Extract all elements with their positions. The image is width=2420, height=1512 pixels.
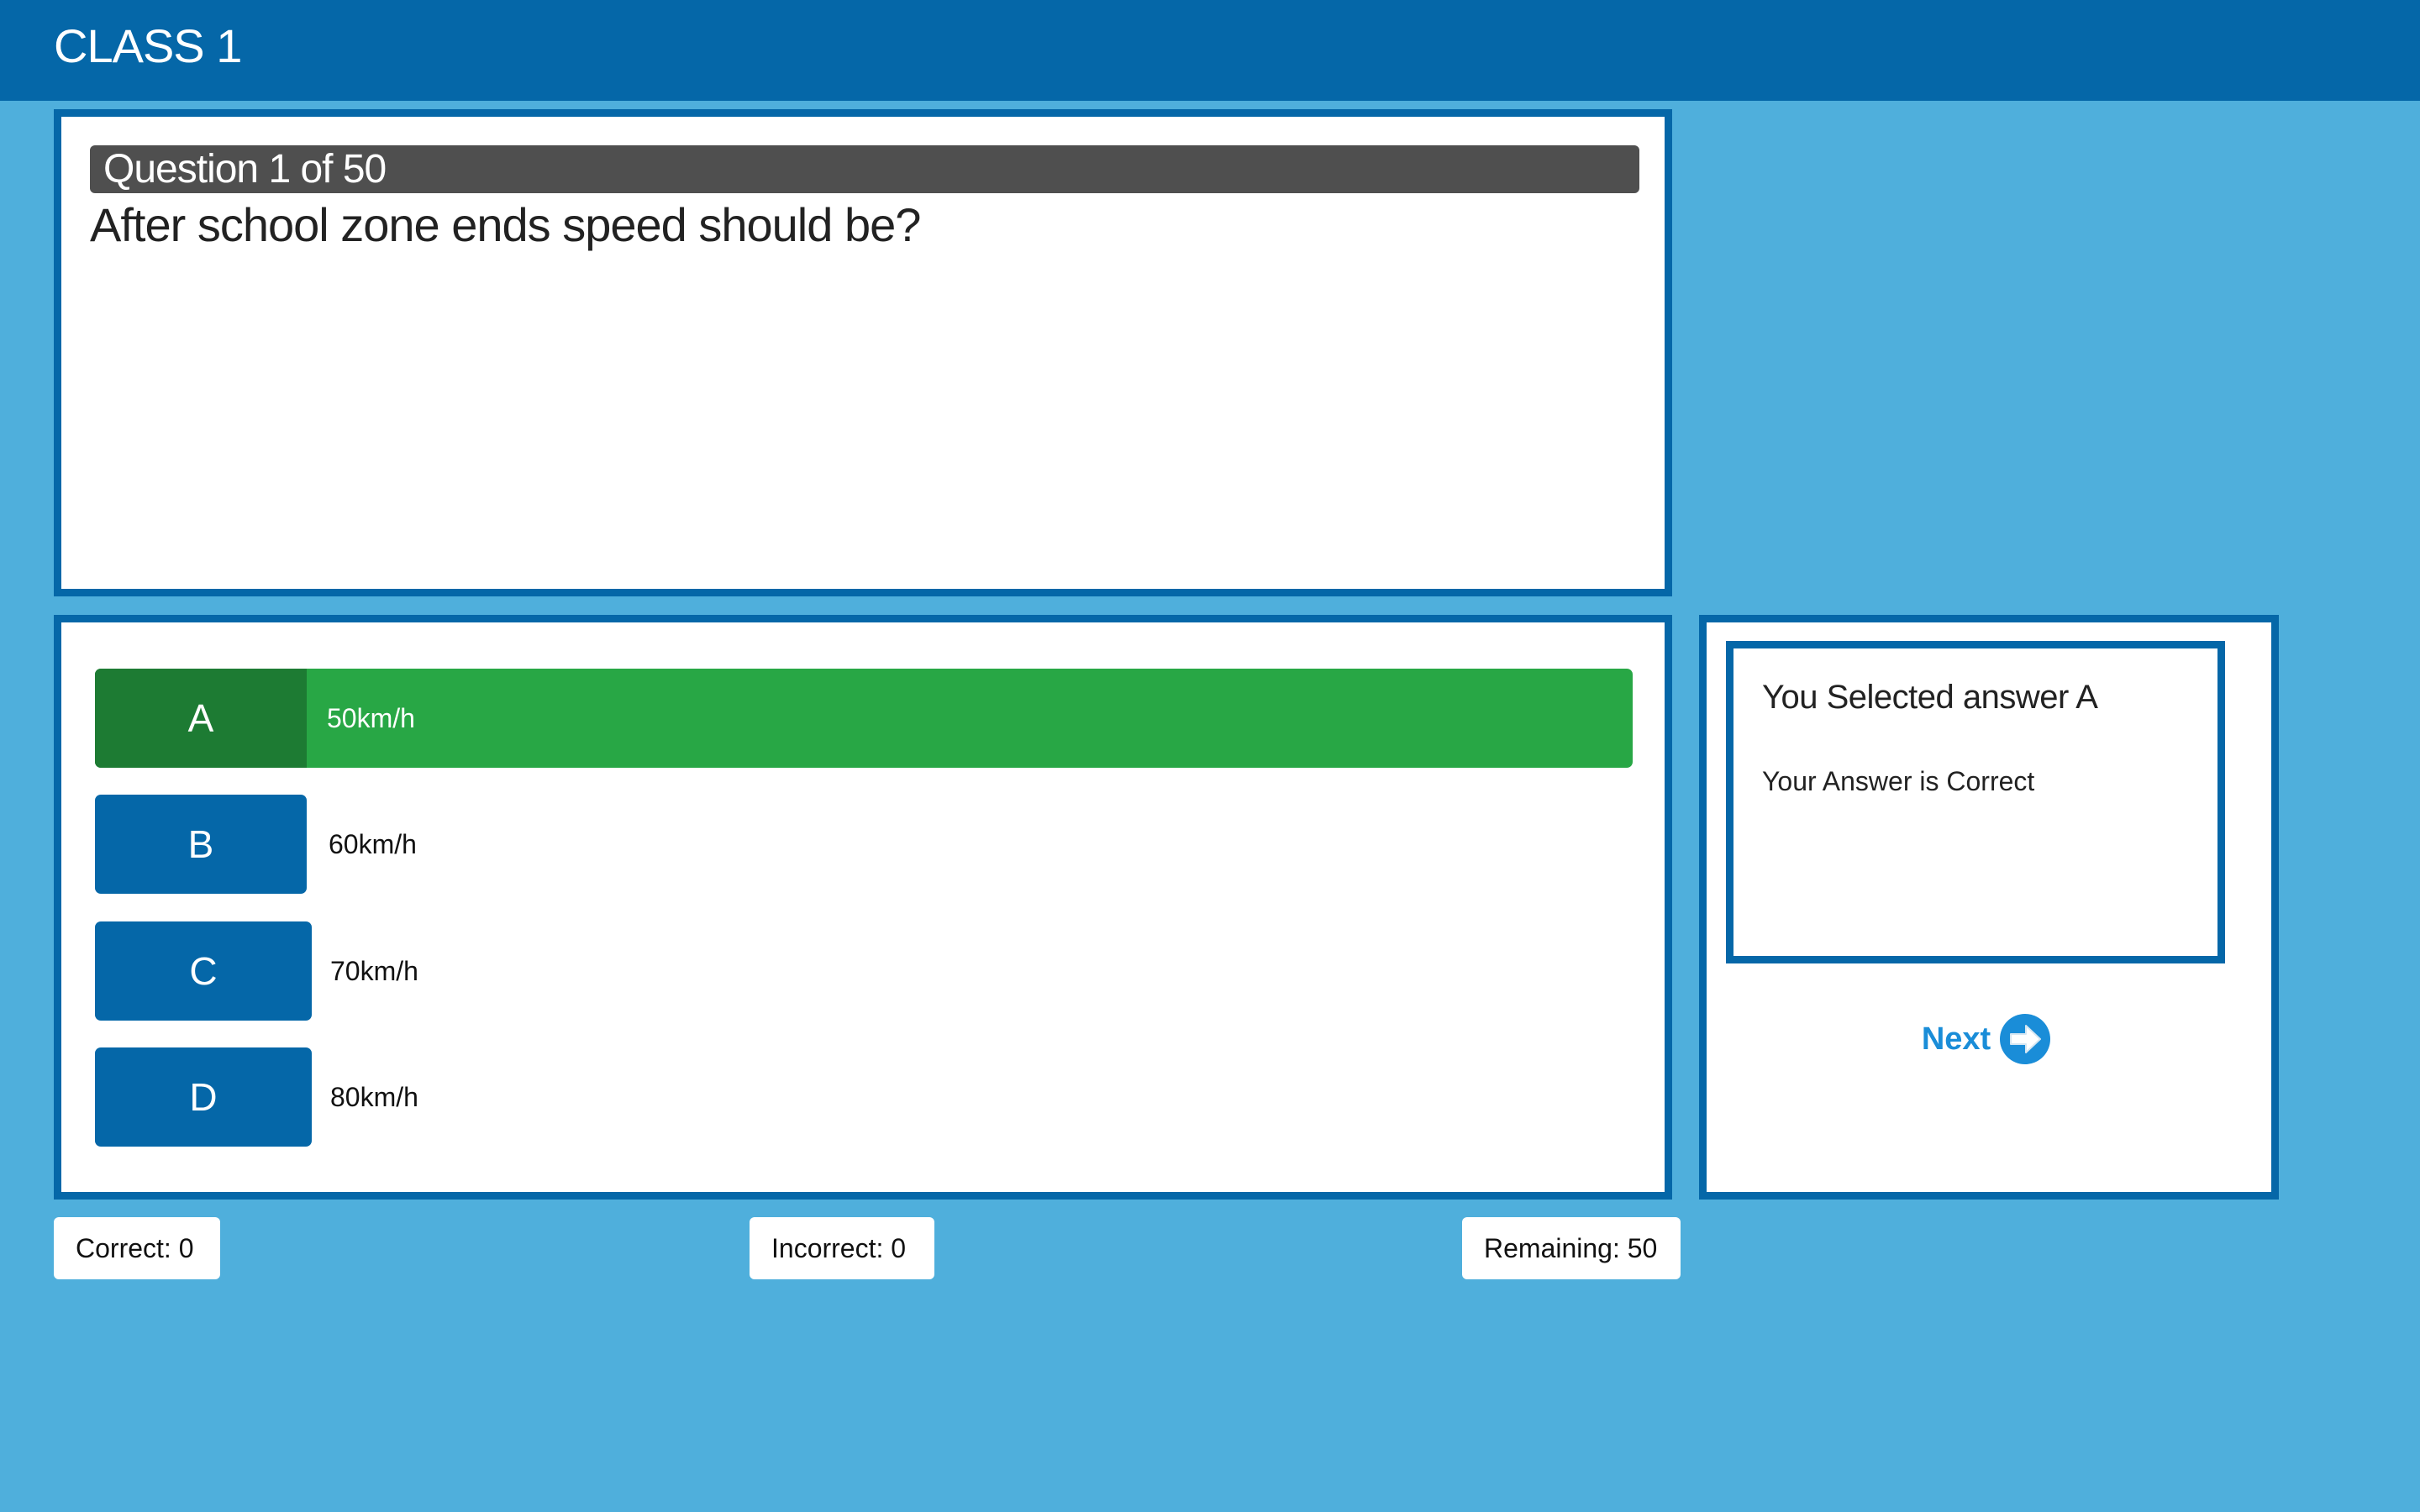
feedback-title: You Selected answer A [1762,679,2098,716]
feedback-result: Your Answer is Correct [1762,766,2035,796]
answer-option-c[interactable]: C 70km/h [95,921,418,1021]
answer-letter[interactable]: C [95,921,312,1021]
incorrect-count: Incorrect: 0 [750,1217,934,1279]
answer-text: 50km/h [327,703,415,733]
answer-option-a[interactable]: A 50km/h [95,669,1633,768]
answer-text: 70km/h [330,956,418,986]
answers-panel: A 50km/h B 60km/h C 70km/h D 80km/h [54,615,1672,1200]
arrow-right-circle-icon[interactable] [1999,1013,2051,1065]
answer-option-d[interactable]: D 80km/h [95,1047,418,1147]
remaining-count: Remaining: 50 [1462,1217,1681,1279]
header-bar: CLASS 1 [0,0,2420,101]
feedback-card: You Selected answer A Your Answer is Cor… [1726,641,2225,963]
correct-count: Correct: 0 [54,1217,220,1279]
answer-text: 60km/h [329,829,417,859]
answer-letter[interactable]: A [95,669,307,768]
question-panel: Question 1 of 50 After school zone ends … [54,109,1672,596]
question-text: After school zone ends speed should be? [90,198,921,251]
answer-letter[interactable]: B [95,795,307,894]
question-counter: Question 1 of 50 [90,145,1639,193]
next-button[interactable]: Next [1726,971,2247,1107]
next-label[interactable]: Next [1922,1021,1991,1058]
answer-letter[interactable]: D [95,1047,312,1147]
answer-text: 80km/h [330,1082,418,1112]
app-title: CLASS 1 [54,19,242,72]
answer-option-b[interactable]: B 60km/h [95,795,417,894]
